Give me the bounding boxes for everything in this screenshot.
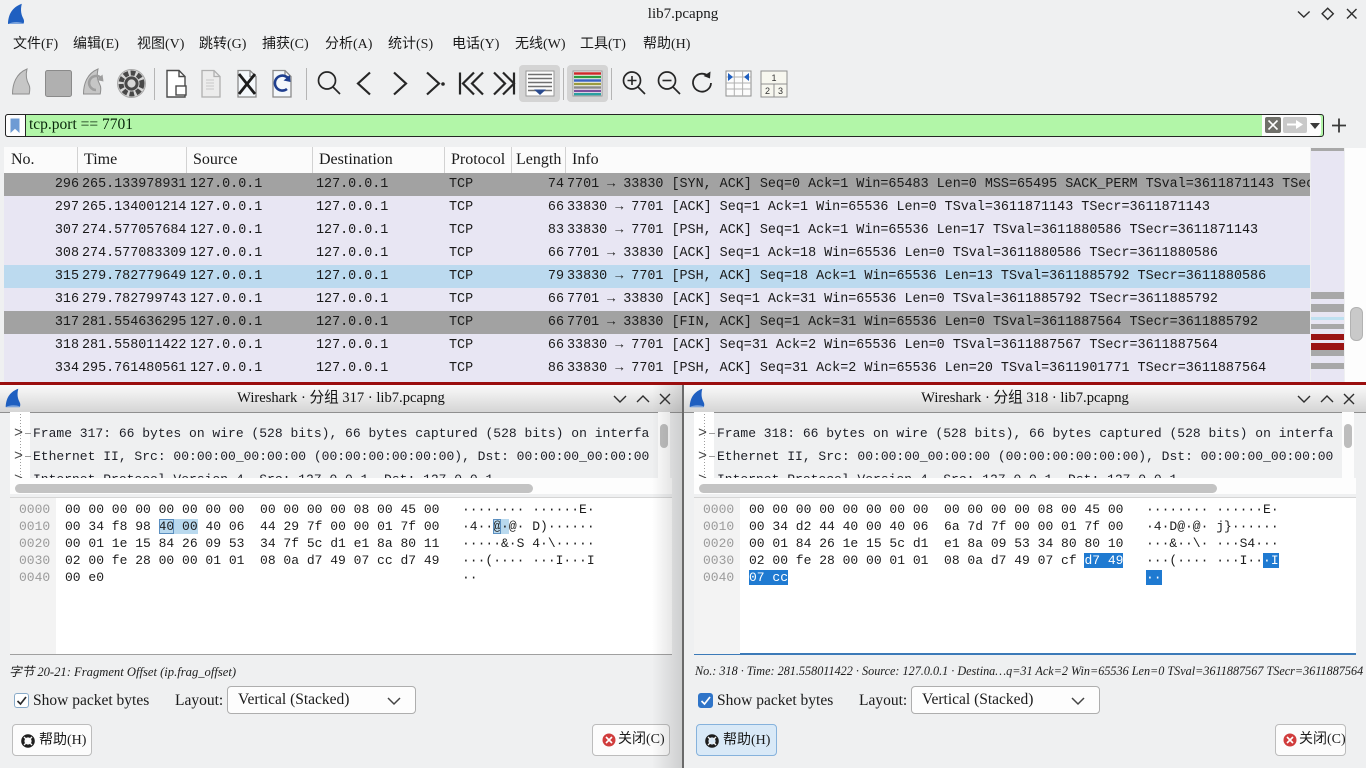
svg-text:1: 1 <box>771 73 776 83</box>
svg-text:2: 2 <box>765 86 770 96</box>
svg-text:3: 3 <box>778 86 783 96</box>
